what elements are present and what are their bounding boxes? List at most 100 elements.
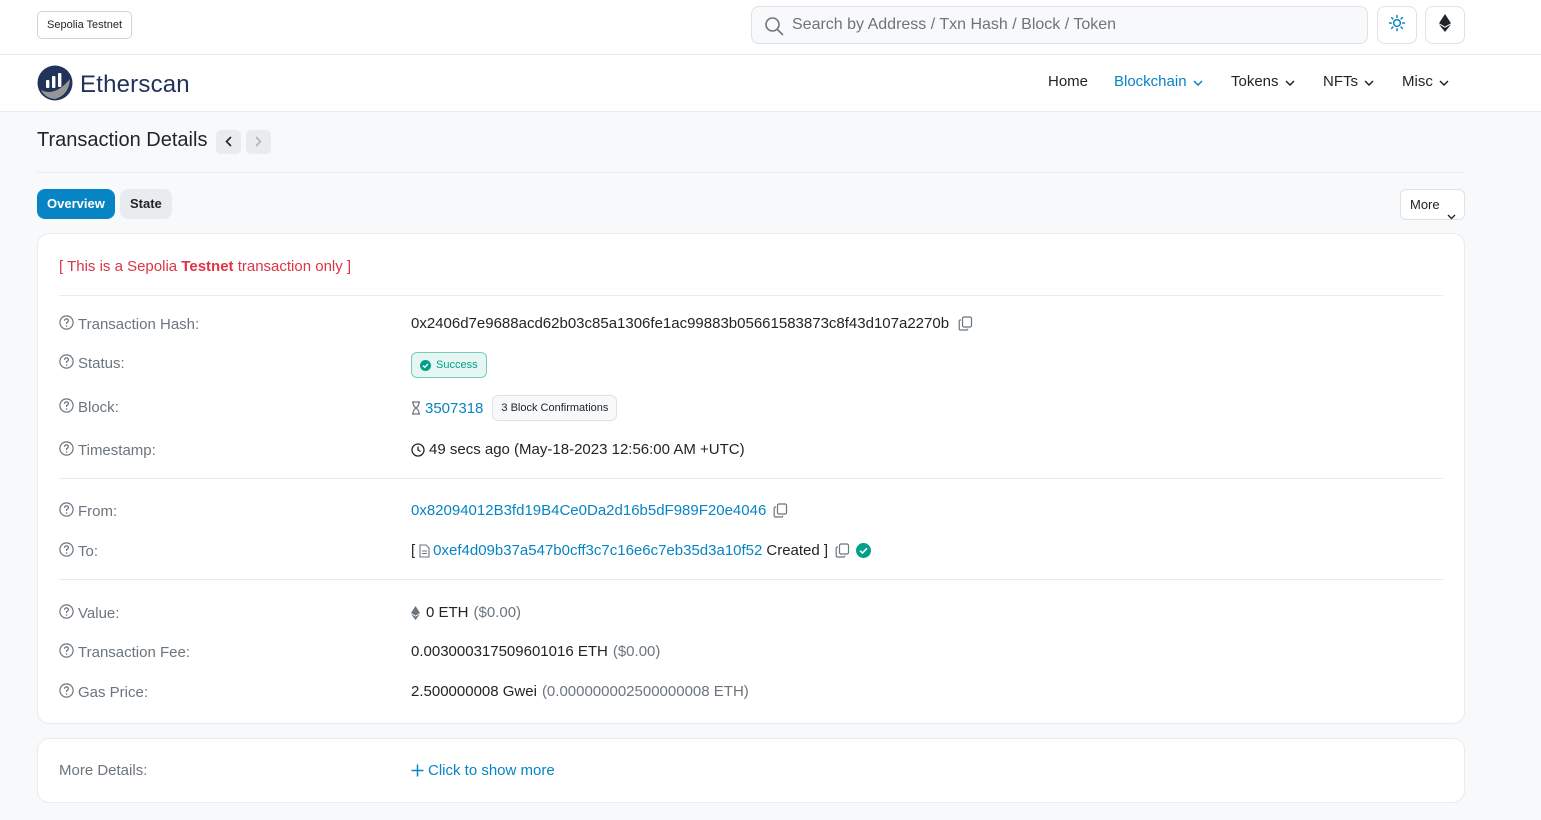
- gas-gwei-text: 2.500000008 Gwei: [411, 683, 537, 700]
- nav-nfts-label: NFTs: [1323, 73, 1358, 90]
- nav-misc-label: Misc: [1402, 73, 1433, 90]
- chevron-down-icon: [1364, 73, 1374, 90]
- search-box[interactable]: [751, 6, 1368, 44]
- to-contract-link[interactable]: 0xef4d09b37a547b0cff3c7c16e6c7eb35d3a10f…: [433, 542, 762, 559]
- etherscan-logo[interactable]: Etherscan: [37, 65, 190, 105]
- block-confirmations-badge: 3 Block Confirmations: [492, 395, 618, 421]
- question-circle-icon[interactable]: [59, 683, 74, 702]
- value-label: Value:: [59, 604, 119, 623]
- gas-price-label-text: Gas Price:: [78, 684, 149, 701]
- clock-icon: [411, 442, 425, 457]
- main-navbar: Etherscan Home Blockchain Tokens NFTs Mi…: [0, 55, 1541, 112]
- notice-strong: Testnet: [181, 258, 234, 275]
- to-label-text: To:: [78, 543, 99, 560]
- question-circle-icon[interactable]: [59, 398, 74, 417]
- fee-usd-text: ($0.00): [612, 643, 661, 660]
- show-more-text: Click to show more: [428, 762, 555, 779]
- status-label-text: Status:: [78, 355, 125, 372]
- more-details-card: More Details: Click to show more: [37, 738, 1465, 803]
- transaction-fee-value: 0.003000317509601016 ETH ($0.00): [411, 643, 660, 660]
- value-eth-text: 0 ETH: [426, 604, 469, 621]
- copy-icon[interactable]: [958, 316, 973, 331]
- more-dropdown-button[interactable]: More: [1400, 189, 1465, 220]
- brand-name: Etherscan: [80, 71, 190, 98]
- nav-tokens[interactable]: Tokens: [1231, 73, 1295, 90]
- status-value: Success: [411, 352, 487, 378]
- sun-icon: [1388, 14, 1406, 36]
- network-switch-button[interactable]: [1425, 6, 1465, 44]
- to-label: To:: [59, 542, 98, 561]
- transaction-fee-label: Transaction Fee:: [59, 643, 190, 662]
- status-text: Success: [436, 359, 478, 371]
- divider: [59, 478, 1443, 479]
- hourglass-icon: [411, 401, 421, 415]
- value-value: 0 ETH ($0.00): [411, 604, 521, 621]
- from-label: From:: [59, 502, 117, 521]
- question-circle-icon[interactable]: [59, 441, 74, 460]
- ethereum-icon: [1439, 14, 1451, 36]
- nav-home[interactable]: Home: [1048, 73, 1088, 90]
- block-number-link[interactable]: 3507318: [425, 400, 483, 417]
- chevron-down-icon: [1439, 73, 1449, 90]
- chevron-right-icon: [255, 134, 262, 151]
- nav-home-label: Home: [1048, 73, 1089, 90]
- header-divider: [37, 172, 1465, 173]
- nav-blockchain[interactable]: Blockchain: [1114, 73, 1203, 90]
- tx-hash-label: Transaction Hash:: [59, 315, 199, 334]
- search-input[interactable]: [792, 7, 1352, 43]
- more-details-label: More Details:: [59, 762, 148, 779]
- timestamp-label: Timestamp:: [59, 441, 156, 460]
- contract-file-icon: [419, 543, 430, 558]
- tx-hash-label-text: Transaction Hash:: [78, 316, 200, 333]
- notice-prefix: [ This is a Sepolia: [59, 258, 182, 275]
- question-circle-icon[interactable]: [59, 643, 74, 662]
- question-circle-icon[interactable]: [59, 315, 74, 334]
- fee-eth-text: 0.003000317509601016 ETH: [411, 643, 608, 660]
- gas-price-label: Gas Price:: [59, 683, 148, 702]
- from-address-link[interactable]: 0x82094012B3fd19B4Ce0Da2d16b5dF989F20e40…: [411, 502, 766, 519]
- transaction-overview-card: [ This is a Sepolia Testnet transaction …: [37, 233, 1465, 724]
- network-badge[interactable]: Sepolia Testnet: [37, 11, 133, 39]
- prev-transaction-button[interactable]: [216, 130, 241, 154]
- divider: [59, 295, 1443, 296]
- tab-overview[interactable]: Overview: [37, 189, 115, 219]
- value-usd-text: ($0.00): [473, 604, 522, 621]
- tab-state[interactable]: State: [120, 189, 172, 219]
- chevron-down-icon: [1447, 201, 1456, 230]
- gas-eth-text: (0.000000002500000008 ETH): [541, 683, 749, 700]
- from-value: 0x82094012B3fd19B4Ce0Da2d16b5dF989F20e40…: [411, 502, 788, 519]
- more-label: More: [1410, 197, 1440, 212]
- block-label: Block:: [59, 398, 119, 417]
- gas-price-value: 2.500000008 Gwei (0.000000002500000008 E…: [411, 683, 749, 700]
- chevron-down-icon: [1193, 73, 1203, 90]
- check-circle-icon: [420, 359, 431, 371]
- timestamp-value: 49 secs ago (May-18-2023 12:56:00 AM +UT…: [411, 441, 745, 458]
- block-value: 3507318 3 Block Confirmations: [411, 395, 618, 421]
- status-label: Status:: [59, 354, 125, 373]
- divider: [59, 579, 1443, 580]
- question-circle-icon[interactable]: [59, 604, 74, 623]
- next-transaction-button[interactable]: [246, 130, 271, 154]
- nav-misc[interactable]: Misc: [1402, 73, 1449, 90]
- nav-nfts[interactable]: NFTs: [1323, 73, 1374, 90]
- nav-blockchain-label: Blockchain: [1114, 73, 1187, 90]
- value-label-text: Value:: [78, 605, 120, 622]
- tx-hash-text: 0x2406d7e9688acd62b03c85a1306fe1ac99883b…: [411, 315, 950, 332]
- question-circle-icon[interactable]: [59, 502, 74, 521]
- theme-toggle-button[interactable]: [1377, 6, 1417, 44]
- testnet-notice: [ This is a Sepolia Testnet transaction …: [59, 258, 351, 275]
- status-badge: Success: [411, 352, 487, 378]
- chevron-down-icon: [1285, 73, 1295, 90]
- copy-icon[interactable]: [835, 543, 850, 558]
- copy-icon[interactable]: [773, 503, 788, 518]
- transaction-fee-label-text: Transaction Fee:: [78, 644, 190, 661]
- question-circle-icon[interactable]: [59, 354, 74, 373]
- etherscan-logo-icon: [37, 65, 73, 105]
- show-more-link[interactable]: Click to show more: [411, 762, 555, 779]
- search-icon: [764, 16, 784, 40]
- question-circle-icon[interactable]: [59, 542, 74, 561]
- chevron-left-icon: [225, 134, 232, 151]
- from-label-text: From:: [78, 503, 118, 520]
- to-value: [ 0xef4d09b37a547b0cff3c7c16e6c7eb35d3a1…: [411, 542, 872, 559]
- top-bar: Sepolia Testnet: [0, 0, 1541, 55]
